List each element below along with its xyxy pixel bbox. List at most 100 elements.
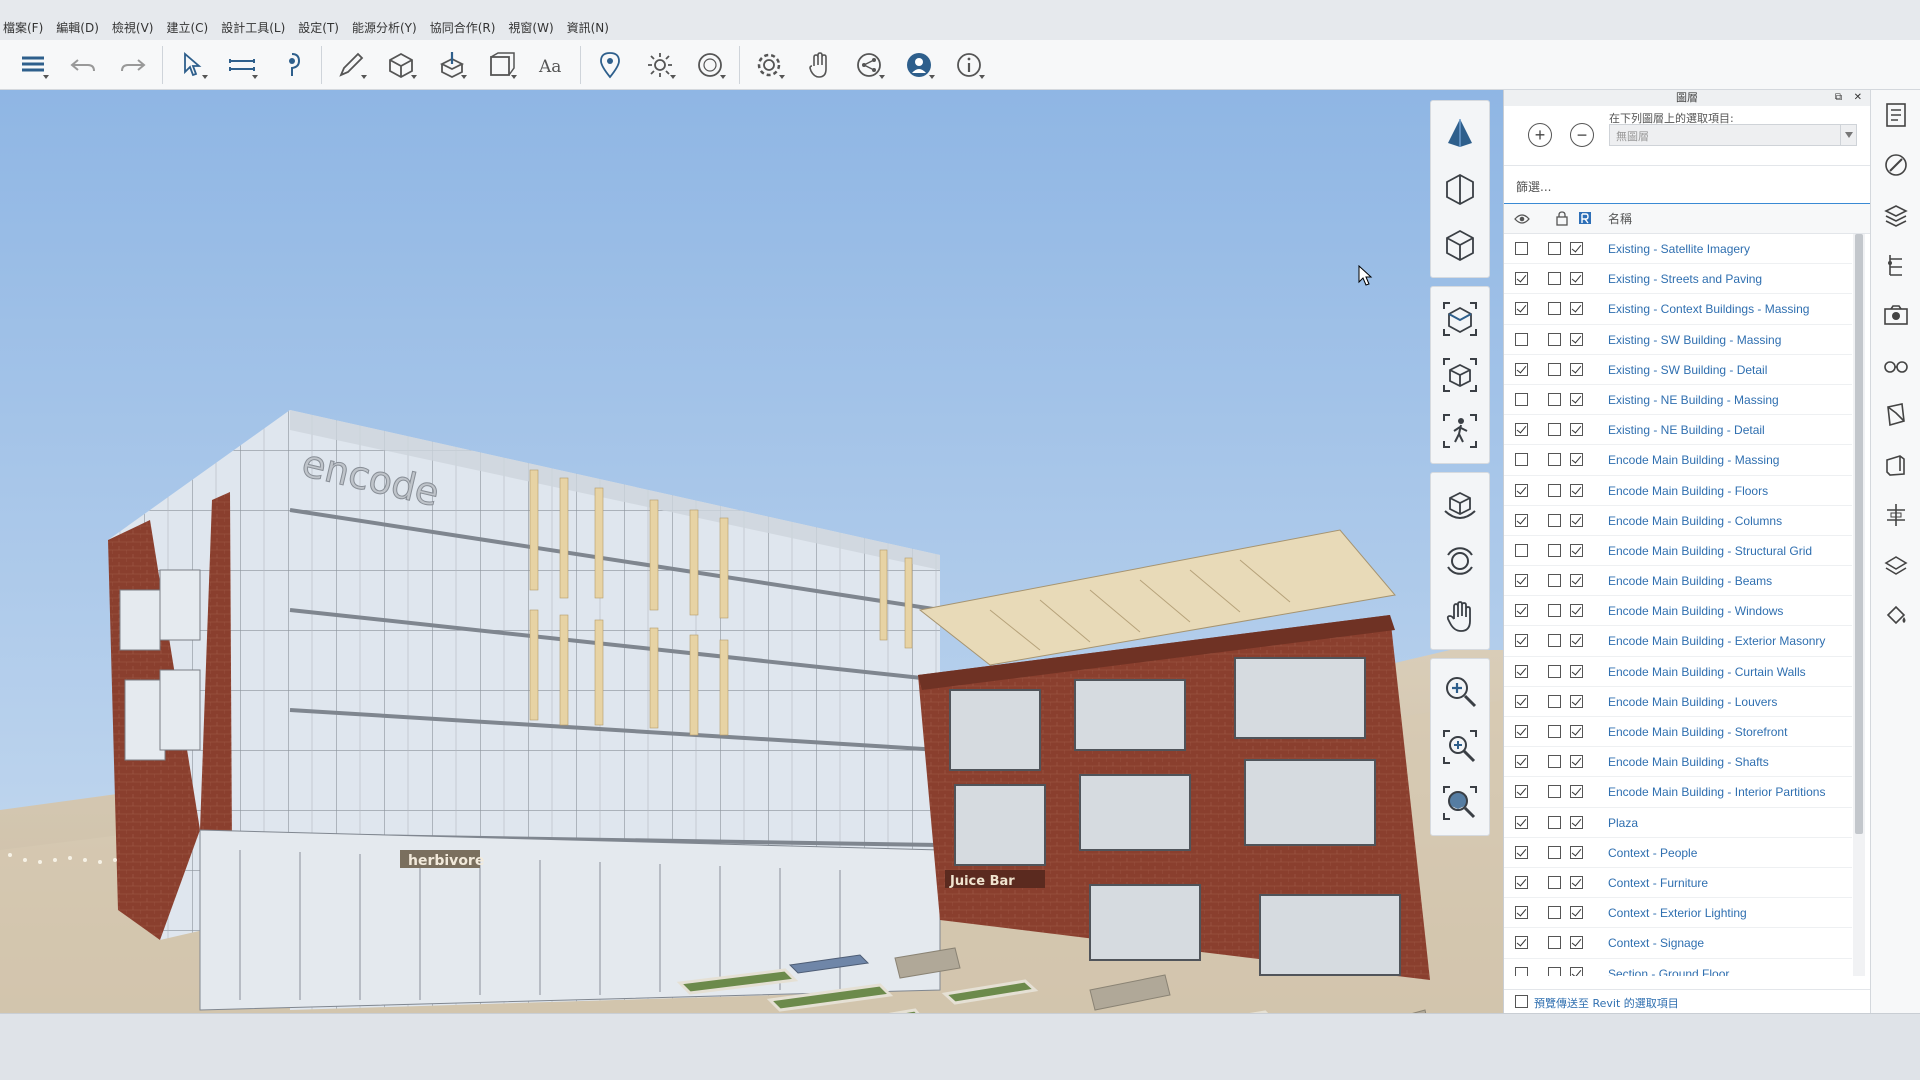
layer-name[interactable]: Existing - SW Building - Detail: [1608, 363, 1767, 377]
dropdown-caret-icon[interactable]: [252, 74, 258, 79]
menu-item-1[interactable]: 編輯(D): [53, 19, 109, 38]
layer-visibility-checkbox[interactable]: [1515, 815, 1528, 829]
preview-revit-checkbox[interactable]: [1515, 995, 1528, 1008]
layer-lock-checkbox[interactable]: [1548, 513, 1561, 527]
redo-button[interactable]: [108, 42, 158, 88]
transform-button[interactable]: [476, 42, 526, 88]
layer-lock-checkbox[interactable]: [1548, 453, 1561, 467]
dropdown-caret-icon[interactable]: [779, 74, 785, 79]
paint-bucket-button[interactable]: [1871, 590, 1920, 640]
layer-visibility-checkbox[interactable]: [1515, 875, 1528, 889]
layer-revit-checkbox[interactable]: [1570, 936, 1583, 950]
layer-row[interactable]: Encode Main Building - Structural Grid: [1504, 536, 1852, 567]
layer-row[interactable]: Context - Furniture: [1504, 868, 1852, 899]
revit-icon[interactable]: [1578, 211, 1592, 225]
layer-visibility-checkbox[interactable]: [1515, 574, 1528, 588]
layer-row[interactable]: Context - Signage: [1504, 928, 1852, 959]
layer-revit-checkbox[interactable]: [1570, 543, 1583, 557]
home-view-button[interactable]: [1431, 291, 1489, 347]
layer-revit-checkbox[interactable]: [1570, 785, 1583, 799]
layer-name[interactable]: Context - Signage: [1608, 936, 1704, 950]
preview-revit-selection[interactable]: 預覽傳送至 Revit 的選取項目: [1504, 989, 1871, 1013]
account-button[interactable]: [894, 42, 944, 88]
share-button[interactable]: [844, 42, 894, 88]
layer-row[interactable]: Existing - NE Building - Detail: [1504, 415, 1852, 446]
look-around-button[interactable]: [1431, 533, 1489, 589]
layers-panel-button[interactable]: [1871, 190, 1920, 240]
layer-row[interactable]: Existing - SW Building - Massing: [1504, 325, 1852, 355]
layer-lock-checkbox[interactable]: [1548, 725, 1561, 738]
layer-visibility-checkbox[interactable]: [1515, 362, 1528, 376]
layer-name[interactable]: Encode Main Building - Shafts: [1608, 755, 1769, 769]
text-button[interactable]: Aa: [526, 42, 576, 88]
menu-item-4[interactable]: 設計工具(L): [218, 19, 295, 38]
layer-lock-checkbox[interactable]: [1548, 604, 1561, 618]
menu-item-2[interactable]: 檢視(V): [109, 19, 164, 38]
dropdown-caret-icon[interactable]: [361, 74, 367, 79]
iso-view-button[interactable]: [1431, 217, 1489, 273]
layer-name[interactable]: Encode Main Building - Storefront: [1608, 725, 1787, 739]
layer-list-scrollbar[interactable]: [1853, 234, 1865, 976]
layer-visibility-checkbox[interactable]: [1515, 755, 1528, 769]
dropdown-caret-icon[interactable]: [929, 74, 935, 79]
dropdown-caret-icon[interactable]: [461, 74, 467, 79]
dropdown-caret-icon[interactable]: [720, 74, 726, 79]
layer-visibility-checkbox[interactable]: [1515, 725, 1528, 738]
panel-float-button[interactable]: ⧉: [1835, 90, 1842, 106]
layer-lock-checkbox[interactable]: [1548, 875, 1561, 889]
zoom-button[interactable]: [1431, 663, 1489, 719]
layer-row[interactable]: Encode Main Building - Storefront: [1504, 717, 1852, 748]
select-button[interactable]: [167, 42, 217, 88]
layer-lock-checkbox[interactable]: [1548, 936, 1561, 950]
layer-visibility-checkbox[interactable]: [1515, 302, 1528, 316]
layer-lock-checkbox[interactable]: [1548, 906, 1561, 920]
layer-lock-checkbox[interactable]: [1548, 543, 1561, 557]
layer-lock-checkbox[interactable]: [1548, 332, 1561, 346]
layer-row[interactable]: Existing - Satellite Imagery: [1504, 234, 1852, 265]
layer-name[interactable]: Context - Exterior Lighting: [1608, 906, 1747, 920]
layer-name[interactable]: Encode Main Building - Floors: [1608, 484, 1768, 498]
layer-revit-checkbox[interactable]: [1570, 634, 1583, 648]
layer-name[interactable]: Existing - NE Building - Massing: [1608, 393, 1779, 407]
scrollbar-thumb[interactable]: [1855, 234, 1863, 834]
menu-item-6[interactable]: 能源分析(Y): [349, 19, 427, 38]
layer-row[interactable]: Plaza: [1504, 808, 1852, 838]
visibility-eye-icon[interactable]: [1514, 213, 1530, 225]
layer-visibility-checkbox[interactable]: [1515, 845, 1528, 859]
layer-revit-checkbox[interactable]: [1570, 694, 1583, 708]
layer-revit-checkbox[interactable]: [1570, 906, 1583, 920]
scenes-button[interactable]: [1871, 290, 1920, 340]
dropdown-caret-icon[interactable]: [670, 74, 676, 79]
layer-lock-checkbox[interactable]: [1548, 272, 1561, 286]
layer-lock-checkbox[interactable]: [1548, 966, 1561, 976]
layer-visibility-checkbox[interactable]: [1515, 483, 1528, 497]
menu-item-3[interactable]: 建立(C): [163, 19, 218, 38]
walk-mode-button[interactable]: [1431, 403, 1489, 459]
layer-name[interactable]: Existing - NE Building - Detail: [1608, 423, 1765, 437]
layer-visibility-checkbox[interactable]: [1515, 272, 1528, 286]
paint-button[interactable]: [267, 42, 317, 88]
info-button[interactable]: [944, 42, 994, 88]
dropdown-caret-icon[interactable]: [511, 74, 517, 79]
layer-revit-checkbox[interactable]: [1570, 664, 1583, 678]
layer-revit-checkbox[interactable]: [1570, 875, 1583, 889]
selection-layer-dropdown[interactable]: 無圖層: [1609, 124, 1857, 146]
layer-visibility-checkbox[interactable]: [1515, 513, 1528, 527]
orthographic-view-button[interactable]: [1431, 161, 1489, 217]
orbit-button[interactable]: [1431, 477, 1489, 533]
layer-name[interactable]: Encode Main Building - Louvers: [1608, 695, 1777, 709]
layer-revit-checkbox[interactable]: [1570, 755, 1583, 769]
layer-name[interactable]: Encode Main Building - Exterior Masonry: [1608, 634, 1825, 648]
layer-row[interactable]: Encode Main Building - Exterior Masonry: [1504, 626, 1852, 657]
hand-gesture-button[interactable]: [794, 42, 844, 88]
layer-lock-checkbox[interactable]: [1548, 242, 1561, 255]
layer-visibility-checkbox[interactable]: [1515, 906, 1528, 920]
layer-visibility-checkbox[interactable]: [1515, 664, 1528, 678]
layer-filter-input[interactable]: 篩選...: [1504, 166, 1870, 204]
sketch-styles-button[interactable]: [1871, 440, 1920, 490]
name-column-header[interactable]: 名稱: [1608, 210, 1632, 227]
menu-item-5[interactable]: 設定(T): [295, 19, 349, 38]
layer-lock-checkbox[interactable]: [1548, 302, 1561, 316]
layer-row[interactable]: Existing - SW Building - Detail: [1504, 355, 1852, 385]
layer-row[interactable]: Context - People: [1504, 838, 1852, 868]
